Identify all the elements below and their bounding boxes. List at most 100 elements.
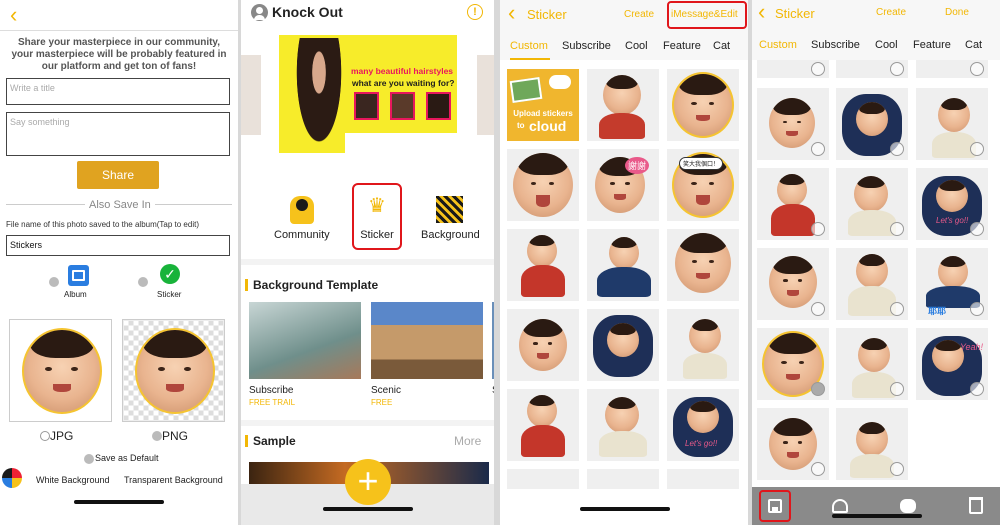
sticker-label: Sticker xyxy=(157,290,182,299)
tab-custom[interactable]: Custom xyxy=(510,40,548,52)
sticker-item[interactable] xyxy=(667,229,739,301)
upload-line2: to xyxy=(517,121,525,130)
sticker-item[interactable] xyxy=(757,408,829,480)
sticker-title: Sticker xyxy=(527,7,567,22)
sticker-item[interactable] xyxy=(587,69,659,141)
tab-feature[interactable]: Feature xyxy=(663,40,701,52)
trash-icon[interactable] xyxy=(969,497,983,514)
check-icon[interactable]: ✓ xyxy=(160,264,180,284)
sticker-item[interactable] xyxy=(757,328,829,400)
template-scenic-image[interactable] xyxy=(371,302,483,379)
tab-cool[interactable]: Cool xyxy=(625,40,648,52)
speech-bubble: 謝謝 xyxy=(625,157,650,174)
sticker-item[interactable] xyxy=(836,408,908,480)
sticker-item[interactable] xyxy=(507,229,579,301)
community-menu-item[interactable]: Community xyxy=(274,229,330,241)
sticker-item[interactable] xyxy=(587,229,659,301)
sticker-item[interactable] xyxy=(587,469,659,489)
sticker-item[interactable] xyxy=(667,469,739,489)
avatar-icon[interactable] xyxy=(251,4,268,21)
imessage-edit-button[interactable]: iMessage&Edit xyxy=(667,1,747,29)
sticker-item[interactable]: 耶耶 xyxy=(916,248,988,320)
message-icon[interactable] xyxy=(900,499,916,513)
tab-cool[interactable]: Cool xyxy=(875,39,898,51)
tab-cat[interactable]: Cat xyxy=(965,39,982,51)
template-subscribe-image[interactable] xyxy=(249,302,361,379)
sticker-item[interactable] xyxy=(507,389,579,461)
share-button[interactable]: Share xyxy=(77,161,159,189)
sticker-item[interactable] xyxy=(836,60,908,78)
chevron-left-icon[interactable]: ‹ xyxy=(10,4,17,26)
promo-banner[interactable]: many beautiful hairstyles what are you w… xyxy=(279,35,457,153)
transparent-background-option[interactable]: Transparent Background xyxy=(124,475,223,485)
jpg-preview[interactable] xyxy=(9,319,112,422)
sticker-item[interactable] xyxy=(757,88,829,160)
sticker-item[interactable] xyxy=(667,69,739,141)
plus-icon[interactable]: + xyxy=(345,459,391,505)
sticker-item[interactable] xyxy=(587,389,659,461)
tab-subscribe[interactable]: Subscribe xyxy=(562,40,611,52)
sticker-item[interactable] xyxy=(836,168,908,240)
album-icon[interactable] xyxy=(68,265,89,286)
background-menu-item[interactable]: Background xyxy=(421,229,480,241)
color-wheel-icon[interactable] xyxy=(2,468,22,488)
tab-feature[interactable]: Feature xyxy=(913,39,951,51)
save-button[interactable] xyxy=(759,490,791,522)
upload-cloud-tile[interactable]: Upload stickers to cloud xyxy=(507,69,579,141)
banner-prev[interactable] xyxy=(241,55,261,135)
save-default-radio[interactable] xyxy=(84,454,94,464)
sticker-menu-item[interactable]: ♛ Sticker xyxy=(352,183,402,250)
sticker-item[interactable] xyxy=(507,149,579,221)
banner-next[interactable] xyxy=(477,55,494,135)
sticker-item[interactable] xyxy=(836,248,908,320)
sticker-item[interactable]: 笑大我個口！ xyxy=(667,149,739,221)
template-name: Scenic xyxy=(371,385,402,396)
sticker-item[interactable] xyxy=(757,248,829,320)
jpg-label: JPG xyxy=(50,429,74,443)
sticker-item[interactable] xyxy=(757,60,829,78)
sticker-item[interactable] xyxy=(507,469,579,489)
sticker-item[interactable] xyxy=(507,309,579,381)
upload-line3: cloud xyxy=(529,118,567,134)
sticker-item[interactable] xyxy=(587,309,659,381)
sticker-item[interactable]: Yeah! xyxy=(916,328,988,400)
chevron-left-icon[interactable]: ‹ xyxy=(508,2,515,24)
album-radio[interactable] xyxy=(49,277,59,287)
sticker-item[interactable] xyxy=(667,309,739,381)
template-tag: FREE xyxy=(371,398,393,407)
filename-input[interactable]: Stickers xyxy=(6,235,230,256)
sticker-item[interactable] xyxy=(836,88,908,160)
create-button[interactable]: Create xyxy=(624,9,654,20)
sticker-item[interactable] xyxy=(916,60,988,78)
template-name: Subscribe xyxy=(249,385,294,396)
jpg-radio[interactable] xyxy=(40,431,50,441)
chevron-left-icon[interactable]: ‹ xyxy=(758,1,765,23)
tab-subscribe[interactable]: Subscribe xyxy=(811,39,860,51)
white-background-option[interactable]: White Background xyxy=(36,475,110,485)
sticker-radio[interactable] xyxy=(138,277,148,287)
category-icon[interactable] xyxy=(832,499,848,513)
sticker-item[interactable]: 謝謝 xyxy=(587,149,659,221)
create-button[interactable]: Create xyxy=(876,7,906,18)
sticker-edit-panel: ‹ Sticker Create Done Custom Subscribe C… xyxy=(752,0,1000,525)
share-panel: ‹ Share your masterpiece in our communit… xyxy=(0,0,238,525)
sticker-item[interactable]: Let's go!! xyxy=(667,389,739,461)
save-icon xyxy=(768,499,782,513)
png-preview[interactable] xyxy=(122,319,225,422)
title-input[interactable]: Write a title xyxy=(6,78,230,105)
say-something-input[interactable]: Say something xyxy=(6,112,230,156)
home-panel: Knock Out ! many beautiful hairstyles wh… xyxy=(241,0,494,525)
sticker-item[interactable]: Let's go!! xyxy=(916,168,988,240)
tab-custom[interactable]: Custom xyxy=(759,39,797,51)
sticker-item[interactable] xyxy=(757,168,829,240)
background-icon[interactable] xyxy=(436,196,463,223)
png-radio[interactable] xyxy=(152,431,162,441)
more-link[interactable]: More xyxy=(454,434,481,448)
sticker-item[interactable] xyxy=(836,328,908,400)
tab-cat[interactable]: Cat xyxy=(713,40,730,52)
done-button[interactable]: Done xyxy=(945,7,969,18)
sticker-item[interactable] xyxy=(916,88,988,160)
upload-line1: Upload stickers xyxy=(513,109,573,118)
info-icon[interactable]: ! xyxy=(467,4,483,20)
community-icon[interactable] xyxy=(290,196,314,224)
